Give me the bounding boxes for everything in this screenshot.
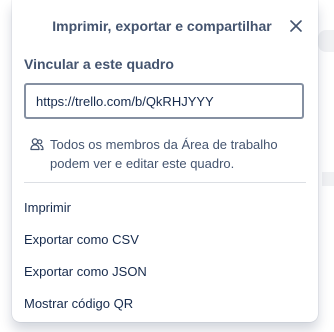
share-export-popover: Imprimir, exportar e compartilhar Vincul… <box>12 0 318 322</box>
background-control <box>318 30 334 52</box>
link-section-label: Vincular a este quadro <box>24 56 174 72</box>
board-link-input[interactable] <box>24 83 304 119</box>
menu-item-show-qr-code[interactable]: Mostrar código QR <box>12 293 318 325</box>
close-button[interactable] <box>286 16 306 36</box>
menu-item-print[interactable]: Imprimir <box>12 197 318 229</box>
popover-header: Imprimir, exportar e compartilhar <box>12 0 318 52</box>
divider <box>24 182 306 183</box>
close-icon <box>290 20 302 32</box>
members-icon <box>30 138 44 151</box>
visibility-notice-text: Todos os membros da Área de trabalho pod… <box>50 137 278 171</box>
menu-item-export-csv[interactable]: Exportar como CSV <box>12 229 318 261</box>
action-menu: Imprimir Exportar como CSV Exportar como… <box>12 197 318 325</box>
visibility-notice: Todos os membros da Área de trabalho pod… <box>30 135 306 173</box>
popover-title: Imprimir, exportar e compartilhar <box>52 18 272 34</box>
menu-item-export-json[interactable]: Exportar como JSON <box>12 261 318 293</box>
background-control <box>322 172 334 186</box>
